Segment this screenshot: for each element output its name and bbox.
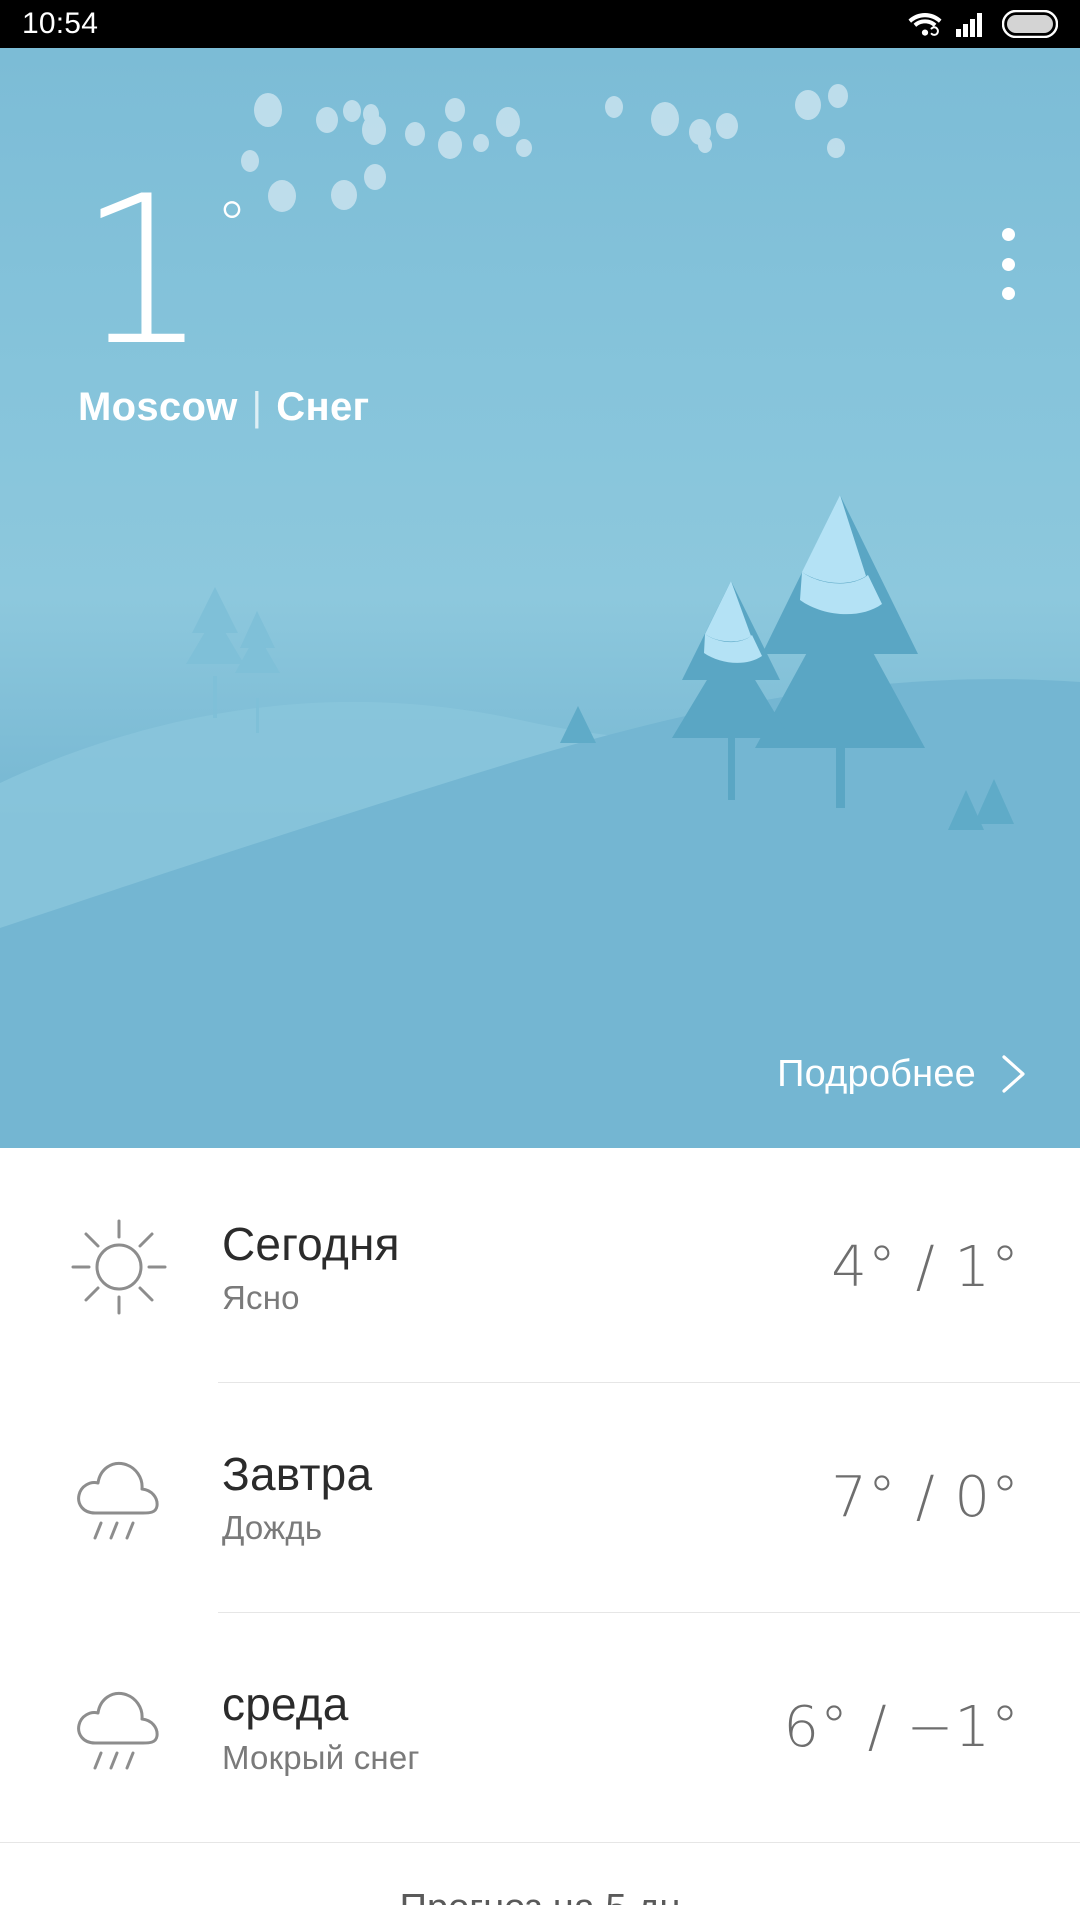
forecast-condition-label: Дождь — [222, 1509, 323, 1547]
menu-dot — [1001, 228, 1015, 241]
current-temperature-value: 1 — [78, 153, 208, 391]
forecast-condition-label: Мокрый снег — [222, 1739, 420, 1777]
overflow-menu-icon[interactable] — [986, 228, 1030, 300]
cellular-signal-icon — [956, 13, 982, 37]
five-day-forecast-link[interactable]: Прогноз на 5 дн — [0, 1843, 1080, 1905]
weather-hero-card[interactable]: 1 ° Moscow | Снег Подробнее — [0, 48, 1080, 1148]
forecast-temperature-range: 4° / 1° — [831, 1234, 1020, 1300]
chevron-right-icon — [1002, 1055, 1025, 1093]
table-row[interactable]: среда Мокрый снег 6° / −1° — [0, 1612, 1080, 1842]
city-name: Moscow — [78, 384, 238, 429]
forecast-day-label: среда — [222, 1677, 349, 1730]
status-bar: 10:54 — [0, 0, 1080, 48]
forecast-temperature-range: 6° / −1° — [783, 1694, 1020, 1760]
table-row[interactable]: Завтра Дождь 7° / 0° — [0, 1382, 1080, 1612]
table-row[interactable]: Сегодня Ясно 4° / 1° — [0, 1152, 1080, 1382]
battery-icon — [1002, 10, 1058, 38]
rain-cloud-icon — [60, 1673, 178, 1781]
sun-icon — [60, 1213, 178, 1321]
forecast-list: Сегодня Ясно 4° / 1° Завтра Дождь 7° / 0… — [0, 1148, 1080, 1905]
forecast-day-label: Сегодня — [222, 1217, 400, 1270]
location-and-condition: Moscow | Снег — [78, 385, 369, 430]
rain-cloud-icon — [60, 1443, 178, 1551]
status-bar-icons — [908, 10, 1058, 38]
menu-dot — [1001, 257, 1015, 271]
forecast-temperature-range: 7° / 0° — [831, 1464, 1020, 1530]
degree-symbol: ° — [216, 188, 248, 261]
forecast-row-labels: Сегодня Ясно — [222, 1217, 400, 1317]
forecast-day-label: Завтра — [222, 1447, 373, 1500]
current-condition-label: Снег — [276, 384, 370, 429]
current-conditions-block: 1 ° Moscow | Снег — [78, 153, 369, 430]
forecast-row-labels: среда Мокрый снег — [222, 1677, 420, 1777]
wifi-icon — [908, 13, 942, 36]
status-bar-clock: 10:54 — [22, 7, 99, 40]
current-temperature: 1 ° — [78, 153, 369, 391]
forecast-row-labels: Завтра Дождь — [222, 1447, 372, 1547]
forecast-condition-label: Ясно — [222, 1279, 300, 1317]
more-details-label: Подробнее — [777, 1052, 976, 1095]
separator: | — [251, 384, 263, 429]
menu-dot — [1001, 287, 1015, 300]
more-details-button[interactable]: Подробнее — [777, 1052, 1028, 1096]
